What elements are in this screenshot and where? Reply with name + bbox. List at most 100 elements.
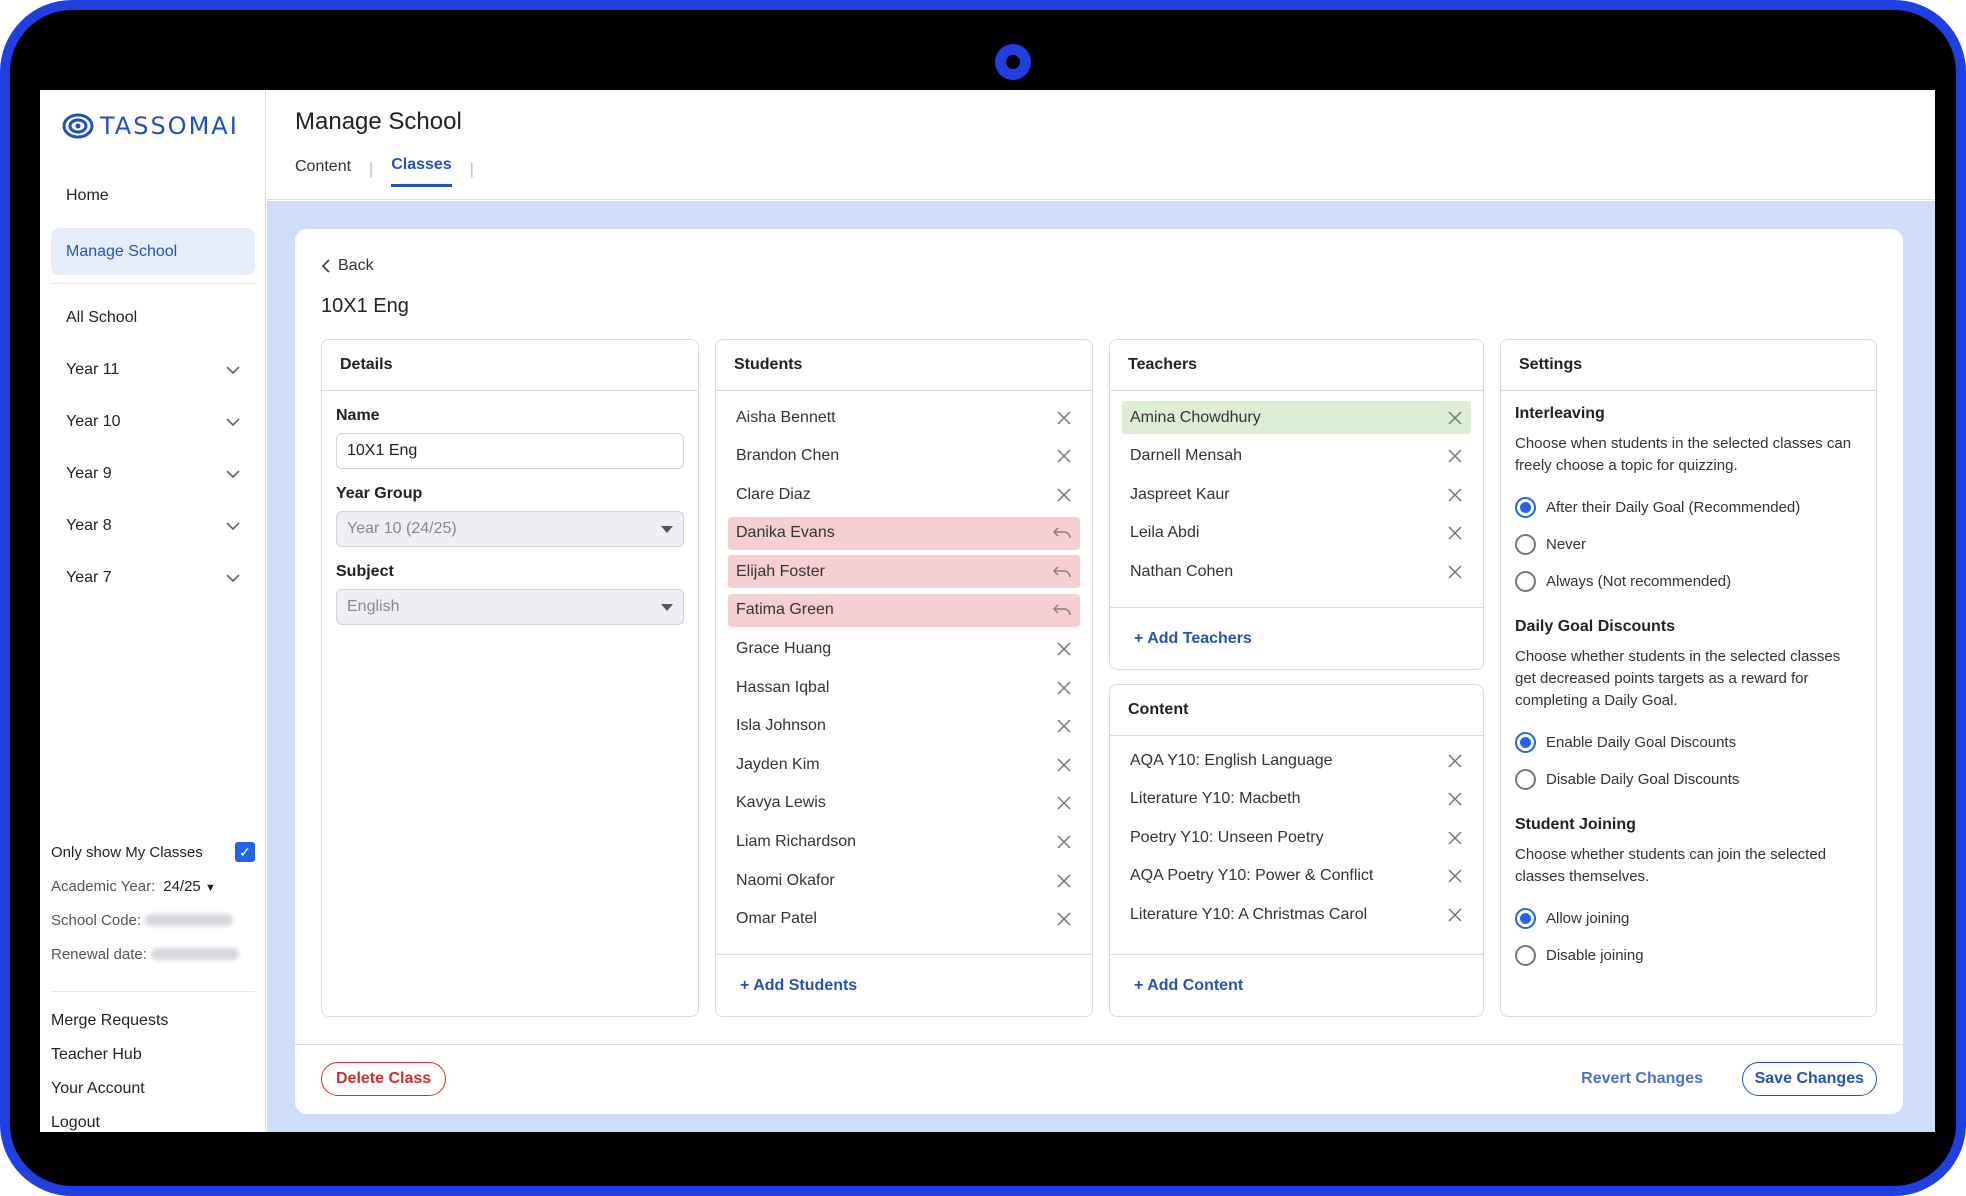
radio-button[interactable] xyxy=(1515,908,1536,929)
sidebar-item-year-9[interactable]: Year 9 xyxy=(40,448,266,500)
academic-year-select[interactable]: 24/25 ▼ xyxy=(163,878,216,895)
sidebar-item-year-8[interactable]: Year 8 xyxy=(40,500,266,552)
teachers-list: Amina Chowdhury Darnell Mensah Jaspreet Ka… xyxy=(1110,391,1483,588)
renewal-date-redacted xyxy=(150,948,239,960)
card-footer: Delete Class Revert Changes Save Changes xyxy=(295,1044,1903,1114)
sidebar-item-year-7[interactable]: Year 7 xyxy=(40,552,266,604)
interleaving-radio-option[interactable]: Always (Not recommended) xyxy=(1515,563,1862,600)
chevron-down-icon[interactable] xyxy=(226,469,240,479)
radio-button[interactable] xyxy=(1515,534,1536,555)
year-group-select[interactable]: Year 10 (24/25) xyxy=(336,511,684,547)
back-button[interactable]: Back xyxy=(321,257,374,275)
tab-content[interactable]: Content xyxy=(295,154,351,186)
sidebar-item-home[interactable]: Home xyxy=(40,170,266,222)
close-icon[interactable] xyxy=(1056,487,1072,503)
close-icon[interactable] xyxy=(1056,718,1072,734)
only-my-classes-checkbox[interactable]: ✓ xyxy=(235,842,255,862)
student-name: Kavya Lewis xyxy=(736,794,826,812)
close-icon[interactable] xyxy=(1056,911,1072,927)
joining-radio-option[interactable]: Disable joining xyxy=(1515,937,1862,974)
tab-classes[interactable]: Classes xyxy=(391,152,452,187)
close-icon[interactable] xyxy=(1056,410,1072,426)
teacher-hub-link[interactable]: Teacher Hub xyxy=(51,1038,255,1072)
details-panel-title: Details xyxy=(322,340,698,391)
radio-button[interactable] xyxy=(1515,945,1536,966)
revert-changes-button[interactable]: Revert Changes xyxy=(1581,1070,1703,1088)
close-icon[interactable] xyxy=(1056,757,1072,773)
chevron-down-icon[interactable] xyxy=(226,417,240,427)
student-name: Isla Johnson xyxy=(736,717,826,735)
undo-icon[interactable] xyxy=(1052,565,1072,579)
content-list: AQA Y10: English Language Literature Y10:… xyxy=(1110,736,1483,931)
close-icon[interactable] xyxy=(1447,525,1463,541)
students-panel-title: Students xyxy=(716,340,1092,391)
logo-text: TASSOMAI xyxy=(100,112,239,140)
close-icon[interactable] xyxy=(1447,410,1463,426)
student-row: Isla Johnson xyxy=(728,710,1080,743)
class-title: 10X1 Eng xyxy=(321,295,409,317)
close-icon[interactable] xyxy=(1447,868,1463,884)
radio-button[interactable] xyxy=(1515,497,1536,518)
name-input[interactable]: 10X1 Eng xyxy=(336,433,684,469)
close-icon[interactable] xyxy=(1056,834,1072,850)
close-icon[interactable] xyxy=(1447,448,1463,464)
your-account-link[interactable]: Your Account xyxy=(51,1072,255,1106)
teacher-name: Leila Abdi xyxy=(1130,524,1200,542)
student-name: Omar Patel xyxy=(736,910,817,928)
add-content-button[interactable]: + Add Content xyxy=(1110,954,1483,1016)
content-item-name: Literature Y10: Macbeth xyxy=(1130,790,1301,808)
chevron-down-icon[interactable] xyxy=(226,573,240,583)
add-students-button[interactable]: + Add Students xyxy=(716,954,1092,1016)
discounts-radio-option[interactable]: Enable Daily Goal Discounts xyxy=(1515,724,1862,761)
discounts-heading: Daily Goal Discounts xyxy=(1515,618,1676,635)
content-item-name: Literature Y10: A Christmas Carol xyxy=(1130,905,1368,923)
close-icon[interactable] xyxy=(1447,487,1463,503)
close-icon[interactable] xyxy=(1447,753,1463,769)
student-row: Liam Richardson xyxy=(728,826,1080,859)
chevron-down-icon[interactable] xyxy=(226,365,240,375)
renewal-date-row: Renewal date: xyxy=(51,937,255,971)
subject-label: Subject xyxy=(336,563,394,580)
sidebar-item-all-school[interactable]: All School xyxy=(40,292,266,344)
radio-button[interactable] xyxy=(1515,571,1536,592)
close-icon[interactable] xyxy=(1447,791,1463,807)
content-item-name: AQA Y10: English Language xyxy=(1130,751,1333,769)
logo[interactable]: TASSOMAI xyxy=(62,112,239,140)
save-changes-button[interactable]: Save Changes xyxy=(1741,1062,1877,1096)
only-my-classes-toggle[interactable]: Only show My Classes ✓ xyxy=(51,835,255,869)
academic-year-row: Academic Year: 24/25 ▼ xyxy=(51,869,255,903)
academic-year-value: 24/25 xyxy=(163,877,201,895)
close-icon[interactable] xyxy=(1447,564,1463,580)
merge-requests-link[interactable]: Merge Requests xyxy=(51,1004,255,1038)
sidebar-item-label: Manage School xyxy=(66,242,178,260)
close-icon[interactable] xyxy=(1056,448,1072,464)
interleaving-radio-option[interactable]: Never xyxy=(1515,526,1862,563)
close-icon[interactable] xyxy=(1056,680,1072,696)
close-icon[interactable] xyxy=(1447,830,1463,846)
sidebar-item-year-11[interactable]: Year 11 xyxy=(40,344,266,396)
teacher-name: Jaspreet Kaur xyxy=(1130,485,1230,503)
close-icon[interactable] xyxy=(1056,641,1072,657)
radio-button[interactable] xyxy=(1515,769,1536,790)
undo-icon[interactable] xyxy=(1052,603,1072,617)
chevron-down-icon[interactable] xyxy=(226,521,240,531)
close-icon[interactable] xyxy=(1056,873,1072,889)
sidebar-item-manage-school[interactable]: Manage School xyxy=(51,228,255,275)
name-label: Name xyxy=(336,407,380,424)
close-icon[interactable] xyxy=(1447,907,1463,923)
discounts-radio-option[interactable]: Disable Daily Goal Discounts xyxy=(1515,761,1862,798)
joining-setting-group: Student Joining Choose whether students c… xyxy=(1515,816,1862,974)
student-row: Hassan Iqbal xyxy=(728,671,1080,704)
subject-select[interactable]: English xyxy=(336,589,684,625)
content-panel: Content AQA Y10: English Language Literat… xyxy=(1109,684,1484,1017)
add-teachers-button[interactable]: + Add Teachers xyxy=(1110,607,1483,669)
interleaving-radio-option[interactable]: After their Daily Goal (Recommended) xyxy=(1515,489,1862,526)
undo-icon[interactable] xyxy=(1052,526,1072,540)
sidebar-item-year-10[interactable]: Year 10 xyxy=(40,396,266,448)
logout-link[interactable]: Logout xyxy=(51,1106,255,1132)
joining-radio-option[interactable]: Allow joining xyxy=(1515,900,1862,937)
close-icon[interactable] xyxy=(1056,795,1072,811)
delete-class-button[interactable]: Delete Class xyxy=(321,1062,447,1096)
sidebar-item-label: Year 8 xyxy=(66,517,112,534)
radio-button[interactable] xyxy=(1515,732,1536,753)
